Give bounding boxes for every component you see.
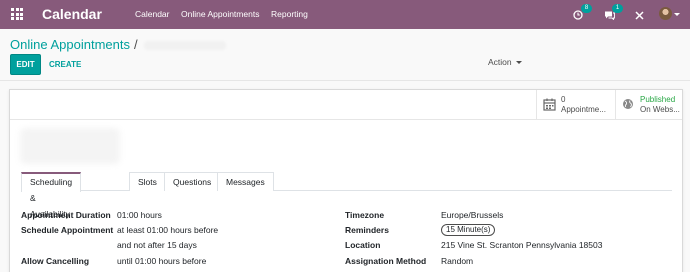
allow-cancelling-value[interactable]: until 01:00 hours before (117, 256, 206, 266)
schedule-min-value[interactable]: at least 01:00 hours before (117, 225, 218, 235)
record-title-redacted (20, 128, 120, 164)
messages-button[interactable]: 1 (604, 4, 623, 21)
menu-online-appointments[interactable]: Online Appointments (181, 9, 259, 19)
action-dropdown[interactable]: Action (488, 57, 522, 67)
form-sheet: 0 Appointme... Published On Webs... Sche… (9, 89, 683, 272)
timezone-label: Timezone (345, 210, 385, 220)
reminders-field[interactable]: 15 Minute(s) (441, 224, 496, 236)
breadcrumb-parent-link[interactable]: Online Appointments (10, 37, 130, 52)
record-name-redacted (143, 41, 226, 51)
appointment-duration-value[interactable]: 01:00 hours (117, 210, 162, 220)
assignation-method-value[interactable]: Random (441, 256, 473, 266)
location-label: Location (345, 240, 381, 250)
schedule-appointment-label: Schedule Appointment (21, 225, 114, 235)
schedule-max-value[interactable]: and not after 15 days (117, 240, 197, 250)
activity-button[interactable]: 8 (573, 4, 592, 21)
tabs-divider (21, 190, 672, 191)
tab-scheduling-availability[interactable]: Scheduling & Availability (21, 172, 82, 219)
globe-icon (623, 99, 633, 109)
message-count-badge: 1 (612, 4, 623, 13)
assignation-method-label: Assignation Method (345, 256, 427, 266)
website-smart-button[interactable]: Published On Webs... (615, 90, 682, 119)
reminder-tag[interactable]: 15 Minute(s) (441, 224, 496, 236)
apps-icon[interactable] (11, 8, 23, 20)
calendar-icon (543, 98, 556, 111)
create-button[interactable]: CREATE (49, 60, 81, 69)
timezone-value[interactable]: Europe/Brussels (441, 210, 503, 220)
caret-down-icon (515, 61, 522, 65)
location-value[interactable]: 215 Vine St. Scranton Pennsylvania 18503 (441, 240, 602, 250)
breadcrumb: Online Appointments / (10, 37, 226, 52)
appointment-duration-label: Appointment Duration (21, 210, 111, 220)
menu-calendar[interactable]: Calendar (135, 9, 170, 19)
appointments-label: Appointme... (561, 105, 606, 114)
published-status: Published (640, 95, 676, 104)
appointments-count: 0 (561, 95, 566, 104)
close-button[interactable] (635, 7, 645, 21)
chevron-down-icon[interactable] (674, 13, 680, 16)
app-title: Calendar (42, 6, 102, 22)
top-navbar: Calendar Calendar Online Appointments Re… (0, 0, 690, 29)
smart-button-box: 0 Appointme... Published On Webs... (10, 90, 682, 120)
menu-reporting[interactable]: Reporting (271, 9, 308, 19)
activity-count-badge: 8 (581, 4, 592, 13)
appointments-smart-button[interactable]: 0 Appointme... (536, 90, 620, 119)
website-label: On Webs... (640, 105, 680, 114)
breadcrumb-separator: / (133, 37, 138, 52)
edit-button[interactable]: EDIT (10, 54, 41, 75)
close-icon (635, 11, 644, 20)
tab-messages[interactable]: Messages (217, 172, 274, 191)
reminders-label: Reminders (345, 225, 389, 235)
tab-slots[interactable]: Slots (129, 172, 166, 191)
tab-questions[interactable]: Questions (164, 172, 221, 191)
action-label: Action (488, 57, 512, 67)
control-panel-divider (0, 80, 690, 81)
user-avatar[interactable] (659, 7, 672, 20)
allow-cancelling-label: Allow Cancelling (21, 256, 90, 266)
